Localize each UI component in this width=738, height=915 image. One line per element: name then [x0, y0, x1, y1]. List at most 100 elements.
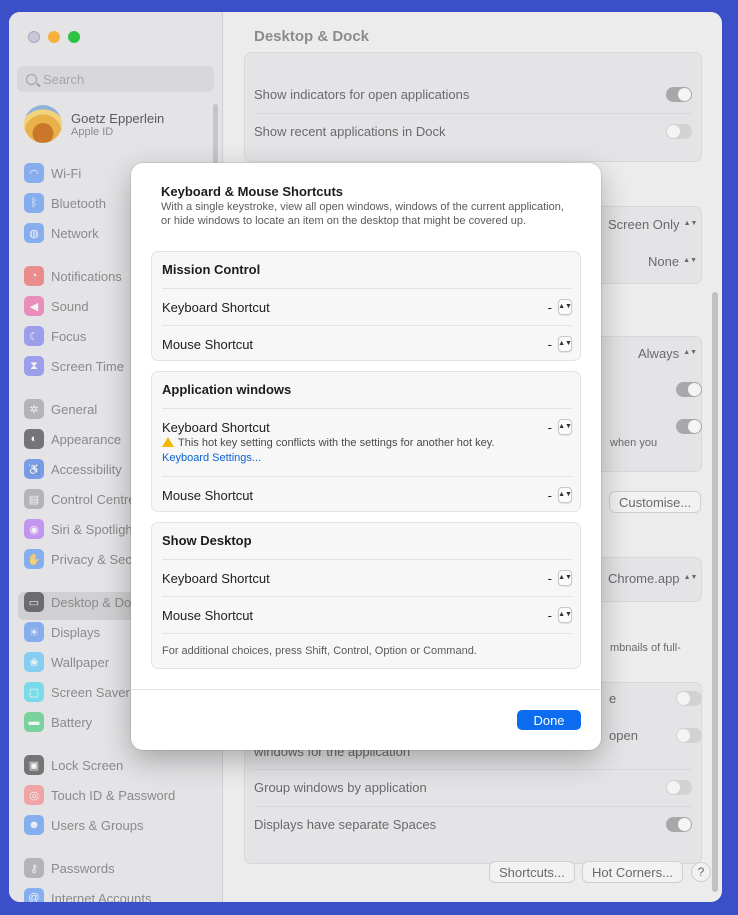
search-field[interactable]: Search	[17, 66, 214, 92]
popup-screen-only[interactable]: Screen Only ▲▼	[608, 216, 698, 232]
section-heading: Mission Control	[162, 262, 261, 277]
dialog-description: With a single keystroke, view all open w…	[161, 201, 564, 227]
avatar	[24, 105, 62, 143]
toggle-a[interactable]	[676, 382, 702, 397]
sidebar-item-wi-fi[interactable]: ◠ Wi-Fi	[24, 162, 81, 184]
toggle-c[interactable]	[676, 691, 702, 706]
row-label: Displays have separate Spaces	[254, 817, 437, 832]
toggle-d[interactable]	[676, 728, 702, 743]
show-desktop-keyboard-popup[interactable]: - ▲▼	[548, 570, 572, 586]
popup-always[interactable]: Always ▲▼	[638, 345, 697, 361]
keyboard-settings-link[interactable]: Keyboard Settings...	[162, 452, 261, 464]
sidebar-item-label: Accessibility	[51, 461, 122, 477]
chevron-updown-icon: ▲▼	[683, 220, 698, 227]
popup-browser[interactable]: Chrome.app ▲▼	[608, 570, 698, 586]
chevron-updown-icon: ▲▼	[558, 487, 572, 503]
shortcuts-dialog: Keyboard & Mouse Shortcuts With a single…	[131, 163, 601, 750]
main-scrollbar[interactable]	[712, 292, 718, 892]
key-icon: ⚷	[24, 858, 44, 878]
toggle-show-recent[interactable]	[666, 124, 692, 139]
row-fragment: e	[609, 691, 617, 706]
row-fragment: open	[609, 728, 638, 743]
help-button[interactable]: ?	[691, 862, 711, 882]
sidebar-item-label: Users & Groups	[51, 817, 144, 833]
row-group-windows: Group windows by application	[244, 769, 702, 806]
close-button[interactable]	[28, 31, 40, 43]
sidebar-item-accessibility[interactable]: ♿ Accessibility	[24, 458, 122, 480]
apple-id-profile[interactable]: Goetz Epperlein Apple ID	[24, 105, 164, 143]
shortcuts-button[interactable]: Shortcuts...	[489, 861, 575, 883]
accessibility-icon: ♿	[24, 459, 44, 479]
sidebar-item-label: Touch ID & Password	[51, 787, 176, 803]
chevron-updown-icon: ▲▼	[683, 257, 697, 264]
sidebar-item-users-groups[interactable]: ☻ Users & Groups	[24, 814, 143, 836]
sidebar-item-focus[interactable]: ☾ Focus	[24, 325, 86, 347]
chevron-updown-icon: ▲▼	[558, 607, 572, 623]
appearance-icon: ◐	[24, 429, 44, 449]
gear-icon: ✲	[24, 399, 44, 419]
sidebar-item-battery[interactable]: ▬ Battery	[24, 711, 92, 733]
toggle-show-indicators[interactable]	[666, 87, 692, 102]
divider	[162, 559, 572, 560]
search-placeholder: Search	[43, 71, 85, 87]
mission-control-mouse-popup[interactable]: - ▲▼	[548, 336, 572, 352]
row-show-indicators: Show indicators for open applications	[244, 76, 702, 113]
row-label: Show indicators for open applications	[254, 87, 470, 102]
sidebar-item-label: Notifications	[51, 268, 122, 284]
sidebar-item-siri-spotlight[interactable]: ◉ Siri & Spotlight	[24, 518, 136, 540]
mission-control-keyboard-popup[interactable]: - ▲▼	[548, 299, 572, 315]
mission-control-mouse-row: Mouse Shortcut - ▲▼	[162, 336, 572, 352]
app-windows-keyboard-popup[interactable]: - ▲▼	[548, 419, 572, 435]
row-label: Show recent applications in Dock	[254, 124, 446, 139]
sidebar-item-sound[interactable]: ◀ Sound	[24, 295, 89, 317]
sidebar-item-appearance[interactable]: ◐ Appearance	[24, 428, 121, 450]
sidebar-item-label: Battery	[51, 714, 93, 730]
show-desktop-section: Show Desktop Keyboard Shortcut - ▲▼ Mous…	[151, 522, 581, 669]
sidebar-item-screen-time[interactable]: ⧗ Screen Time	[24, 355, 124, 377]
hot-corners-button[interactable]: Hot Corners...	[582, 861, 683, 883]
divider	[162, 476, 572, 477]
sidebar-item-touch-id-password[interactable]: ◎ Touch ID & Password	[24, 784, 175, 806]
sidebar-item-label: Displays	[51, 624, 101, 640]
battery-icon: ▬	[24, 712, 44, 732]
toggle-b[interactable]	[676, 419, 702, 434]
sidebar-item-wallpaper[interactable]: ❀ Wallpaper	[24, 651, 109, 673]
sidebar-item-passwords[interactable]: ⚷ Passwords	[24, 857, 115, 879]
zoom-button[interactable]	[68, 31, 80, 43]
customise-button[interactable]: Customise...	[609, 491, 702, 513]
chevron-updown-icon: ▲▼	[558, 336, 572, 352]
sidebar-item-label: Sound	[51, 298, 89, 314]
sidebar-item-network[interactable]: ◍ Network	[24, 222, 99, 244]
minimize-button[interactable]	[48, 31, 60, 43]
sidebar-item-label: Screen Saver	[51, 684, 130, 700]
globe-icon: ◍	[24, 223, 44, 243]
sidebar-item-control-centre[interactable]: ▤ Control Centre	[24, 488, 136, 510]
toggle-group-windows[interactable]	[666, 780, 692, 795]
sidebar-item-label: General	[51, 401, 98, 417]
sidebar-item-notifications[interactable]: ◔ Notifications	[24, 265, 122, 287]
show-desktop-mouse-popup[interactable]: - ▲▼	[548, 607, 572, 623]
bell-icon: ◔	[24, 266, 44, 286]
sidebar-item-desktop-dock[interactable]: ▭ Desktop & Dock	[24, 591, 144, 613]
chevron-updown-icon: ▲▼	[558, 570, 572, 586]
page-title: Desktop & Dock	[254, 28, 370, 45]
application-windows-section: Application windows Keyboard Shortcut - …	[151, 371, 581, 512]
row-label: Keyboard Shortcut	[162, 570, 270, 586]
sidebar-item-bluetooth[interactable]: ᛒ Bluetooth	[24, 192, 106, 214]
sidebar-item-label: Appearance	[51, 431, 122, 447]
sidebar-item-screen-saver[interactable]: ▢ Screen Saver	[24, 681, 130, 703]
bluetooth-icon: ᛒ	[24, 193, 44, 213]
toggle-separate-spaces[interactable]	[666, 817, 692, 832]
done-button[interactable]: Done	[517, 710, 581, 730]
app-windows-mouse-popup[interactable]: - ▲▼	[548, 487, 572, 503]
sidebar-item-general[interactable]: ✲ General	[24, 398, 97, 420]
sidebar-item-lock-screen[interactable]: ▣ Lock Screen	[24, 754, 123, 776]
sidebar-item-label: Control Centre	[51, 491, 136, 507]
section-heading: Show Desktop	[162, 533, 252, 548]
sidebar-item-displays[interactable]: ☀ Displays	[24, 621, 100, 643]
sidebar-item-label: Passwords	[51, 860, 115, 876]
sidebar-item-internet-accounts[interactable]: @ Internet Accounts	[24, 887, 151, 902]
sidebar-item-label: Siri & Spotlight	[51, 521, 137, 537]
speaker-icon: ◀	[24, 296, 44, 316]
popup-none[interactable]: None ▲▼	[648, 253, 697, 269]
